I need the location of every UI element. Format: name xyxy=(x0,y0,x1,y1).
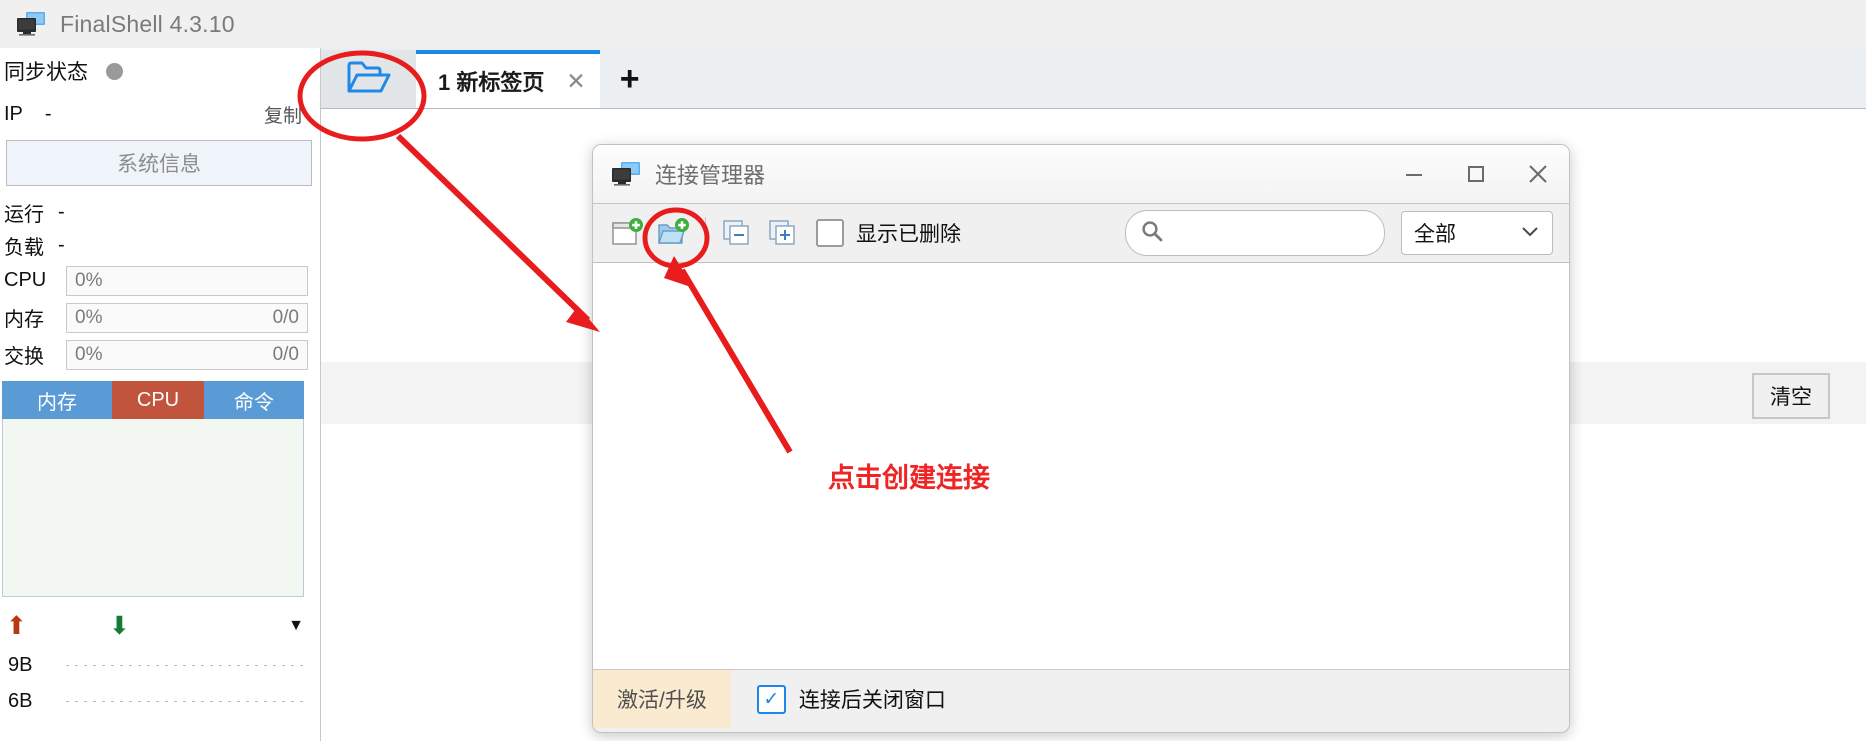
tab-new-page[interactable]: 1 新标签页 ✕ xyxy=(416,50,600,108)
toolbar-separator xyxy=(705,217,706,249)
plus-icon: + xyxy=(619,59,640,98)
search-box[interactable] xyxy=(1125,210,1385,256)
activate-upgrade-button[interactable]: 激活/升级 xyxy=(593,670,731,728)
expand-all-icon[interactable] xyxy=(760,212,806,254)
cpu-meter-row: CPU 0% xyxy=(0,262,320,299)
network-value: 6B xyxy=(8,689,33,712)
check-icon: ✓ xyxy=(763,688,780,710)
collapse-all-icon[interactable] xyxy=(714,212,760,254)
arrow-up-icon: ⬆ xyxy=(6,612,27,640)
connection-manager-dialog: 连接管理器 显示已删除 全部 激活/升级 ✓ 连接后关闭窗口 xyxy=(592,144,1570,733)
close-after-connect-label: 连接后关闭窗口 xyxy=(798,689,946,712)
swap-meter-label: 交换 xyxy=(4,346,44,368)
network-row: 6B xyxy=(2,683,320,719)
search-input[interactable] xyxy=(1174,221,1363,245)
minimize-icon[interactable] xyxy=(1383,146,1445,202)
process-table-header: 内存 CPU 命令 xyxy=(2,381,304,419)
system-info-button[interactable]: 系统信息 xyxy=(6,140,312,186)
sync-status-label: 同步状态 xyxy=(4,61,88,84)
network-row: 9B xyxy=(2,647,320,683)
system-info-label: 系统信息 xyxy=(117,153,201,176)
show-deleted-checkbox[interactable] xyxy=(816,219,844,247)
open-folder-button[interactable] xyxy=(321,50,416,108)
filter-dropdown[interactable]: 全部 xyxy=(1401,211,1553,255)
close-icon[interactable]: ✕ xyxy=(566,68,585,95)
chevron-down-icon xyxy=(1520,224,1540,243)
sync-status-row: 同步状态 xyxy=(0,48,320,94)
annotation-callout-text: 点击创建连接 xyxy=(828,463,990,493)
cpu-meter-box: 0% xyxy=(66,265,308,296)
close-after-connect-checkbox[interactable]: ✓ xyxy=(756,684,786,714)
show-deleted-label: 显示已删除 xyxy=(856,223,961,246)
search-icon xyxy=(1140,219,1164,248)
ip-value: - xyxy=(44,102,52,125)
swap-meter-row: 交换 0% 0/0 xyxy=(0,336,320,373)
process-column-command[interactable]: 命令 xyxy=(204,381,304,419)
cpu-meter-percent: 0% xyxy=(75,269,103,291)
uptime-value: - xyxy=(58,201,65,223)
filter-selected-value: 全部 xyxy=(1414,223,1456,246)
app-title-bar: FinalShell 4.3.10 xyxy=(0,0,1866,48)
network-value: 9B xyxy=(8,653,33,676)
process-column-memory[interactable]: 内存 xyxy=(2,381,112,419)
dialog-title: 连接管理器 xyxy=(655,163,766,188)
monitor-icon xyxy=(611,161,641,187)
sidebar: 同步状态 IP - 复制 系统信息 运行 - 负载 - CPU 0% 内存 0%… xyxy=(0,48,321,741)
memory-meter-percent: 0% xyxy=(75,306,103,328)
ip-row: IP - 复制 xyxy=(0,94,320,134)
close-icon[interactable] xyxy=(1507,146,1569,202)
dialog-footer: 激活/升级 ✓ 连接后关闭窗口 xyxy=(593,669,1569,728)
arrow-down-icon: ⬇ xyxy=(108,612,130,640)
process-column-cpu[interactable]: CPU xyxy=(112,381,204,419)
memory-meter-label: 内存 xyxy=(4,309,44,331)
clear-button[interactable]: 清空 xyxy=(1752,373,1830,419)
tab-bar: 1 新标签页 ✕ + xyxy=(321,48,1866,109)
swap-meter-detail: 0/0 xyxy=(272,343,299,365)
memory-meter-row: 内存 0% 0/0 xyxy=(0,299,320,336)
status-dot xyxy=(106,62,123,80)
swap-meter-box: 0% 0/0 xyxy=(66,339,308,370)
process-list[interactable] xyxy=(2,419,304,597)
caret-down-icon[interactable]: ▼ xyxy=(288,617,304,635)
new-folder-plus-icon[interactable] xyxy=(651,212,697,254)
swap-meter-percent: 0% xyxy=(75,343,103,365)
maximize-icon[interactable] xyxy=(1445,146,1507,202)
app-title: FinalShell 4.3.10 xyxy=(60,10,235,37)
memory-meter-box: 0% 0/0 xyxy=(66,302,308,333)
load-row: 负载 - xyxy=(0,229,320,262)
add-tab-button[interactable]: + xyxy=(600,50,660,108)
network-dotted-line xyxy=(66,700,304,702)
ip-label: IP xyxy=(4,102,23,125)
network-legend-row: ⬆ ⬇ ▼ xyxy=(2,605,304,647)
load-value: - xyxy=(58,234,65,256)
memory-meter-detail: 0/0 xyxy=(272,306,299,328)
copy-button[interactable]: 复制 xyxy=(264,101,302,128)
monitor-icon xyxy=(16,11,46,37)
dialog-toolbar: 显示已删除 全部 xyxy=(593,204,1569,263)
tab-label: 1 新标签页 xyxy=(438,70,545,95)
cpu-meter-label: CPU xyxy=(4,269,47,291)
uptime-row: 运行 - xyxy=(0,196,320,229)
new-file-plus-icon[interactable] xyxy=(605,212,651,254)
network-dotted-line xyxy=(66,664,304,666)
dialog-title-bar: 连接管理器 xyxy=(593,145,1569,204)
connection-list[interactable] xyxy=(593,263,1569,669)
open-folder-icon xyxy=(346,58,392,101)
